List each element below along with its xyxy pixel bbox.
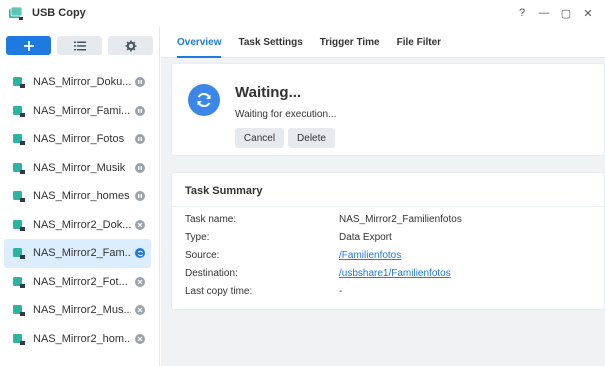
usb-task-icon xyxy=(12,246,26,260)
task-summary-card: Task Summary Task name: NAS_Mirror2_Fami… xyxy=(171,172,605,310)
stopped-status-icon xyxy=(135,219,145,230)
delete-button[interactable]: Delete xyxy=(288,128,335,148)
usb-task-icon xyxy=(12,275,26,289)
list-icon xyxy=(73,41,86,50)
summary-value-type: Data Export xyxy=(339,232,392,243)
stopped-status-icon xyxy=(135,276,145,287)
divider xyxy=(172,206,604,207)
minimize-button[interactable]: — xyxy=(533,4,555,22)
source-link[interactable]: /Familienfotos xyxy=(339,250,401,261)
tab-overview[interactable]: Overview xyxy=(177,26,222,58)
task-list-item[interactable]: NAS_Mirror_Musik xyxy=(4,154,151,183)
task-list-button[interactable] xyxy=(57,36,102,55)
task-list-item[interactable]: NAS_Mirror_Doku... xyxy=(4,68,151,97)
paused-status-icon xyxy=(135,105,145,116)
tab-task-settings[interactable]: Task Settings xyxy=(238,26,302,58)
paused-status-icon xyxy=(135,162,145,173)
task-label: NAS_Mirror2_Mus... xyxy=(33,304,131,317)
usb-task-icon xyxy=(12,218,26,232)
task-label: NAS_Mirror2_Fot... xyxy=(33,275,128,288)
task-list-item[interactable]: NAS_Mirror_Fami... xyxy=(4,97,151,126)
paused-status-icon xyxy=(135,77,145,87)
task-list: NAS_Mirror_Doku... NAS_Mirror_Fami... NAS_… xyxy=(4,68,151,353)
sync-waiting-icon xyxy=(135,248,145,258)
cancel-button[interactable]: Cancel xyxy=(235,128,284,148)
task-label: NAS_Mirror2_hom... xyxy=(33,332,131,345)
close-button[interactable]: ✕ xyxy=(577,4,599,22)
sidebar-toolbar xyxy=(6,36,153,55)
title-bar: USB Copy ? — ▢ ✕ xyxy=(0,0,605,26)
task-label: NAS_Mirror_Doku... xyxy=(33,76,131,89)
task-list-item[interactable]: NAS_Mirror_homes xyxy=(4,182,151,211)
summary-value-task-name: NAS_Mirror2_Familienfotos xyxy=(339,214,462,225)
task-list-item[interactable]: NAS_Mirror2_Mus... xyxy=(4,296,151,325)
summary-label-destination: Destination: xyxy=(185,268,238,279)
paused-status-icon xyxy=(135,134,145,144)
status-card: Waiting... Waiting for execution... Canc… xyxy=(171,63,605,156)
usb-task-icon xyxy=(12,303,26,317)
window-title: USB Copy xyxy=(32,7,86,19)
gear-icon xyxy=(125,40,136,51)
maximize-button[interactable]: ▢ xyxy=(555,4,577,22)
tab-bar: Overview Task Settings Trigger Time File… xyxy=(161,26,605,58)
stopped-status-icon xyxy=(135,305,145,315)
summary-label-source: Source: xyxy=(185,250,220,261)
sync-status-icon xyxy=(188,84,220,116)
usb-task-icon xyxy=(12,132,26,146)
main-panel: Overview Task Settings Trigger Time File… xyxy=(161,26,605,366)
usb-task-icon xyxy=(12,189,26,203)
summary-label-type: Type: xyxy=(185,232,210,243)
summary-value-last-copy-time: - xyxy=(339,286,343,297)
status-title: Waiting... xyxy=(235,84,302,101)
plus-icon xyxy=(23,40,34,51)
usb-task-icon xyxy=(12,104,26,118)
task-list-item[interactable]: NAS_Mirror2_Fot... xyxy=(4,268,151,297)
usb-task-icon xyxy=(12,332,26,346)
paused-status-icon xyxy=(135,191,145,201)
task-label: NAS_Mirror2_Fam... xyxy=(33,247,131,260)
task-label: NAS_Mirror2_Dok... xyxy=(33,218,131,231)
task-list-item[interactable]: NAS_Mirror2_Dok... xyxy=(4,211,151,240)
usb-task-icon xyxy=(12,161,26,175)
add-task-button[interactable] xyxy=(6,36,51,55)
summary-label-last-copy-time: Last copy time: xyxy=(185,286,253,297)
tab-trigger-time[interactable]: Trigger Time xyxy=(320,26,380,58)
usb-copy-app-icon xyxy=(8,5,24,21)
task-label: NAS_Mirror_Musik xyxy=(33,161,126,174)
task-list-item[interactable]: NAS_Mirror2_hom... xyxy=(4,325,151,354)
task-label: NAS_Mirror_Fami... xyxy=(33,104,131,117)
usb-task-icon xyxy=(12,75,26,89)
sidebar: NAS_Mirror_Doku... NAS_Mirror_Fami... NAS_… xyxy=(0,26,160,366)
task-label: NAS_Mirror_homes xyxy=(33,190,130,203)
stopped-status-icon xyxy=(135,333,145,344)
task-label: NAS_Mirror_Fotos xyxy=(33,133,125,146)
help-button[interactable]: ? xyxy=(511,4,533,22)
settings-button[interactable] xyxy=(108,36,153,55)
tab-file-filter[interactable]: File Filter xyxy=(397,26,441,58)
destination-link[interactable]: /usbshare1/Familienfotos xyxy=(339,268,451,279)
summary-title: Task Summary xyxy=(185,185,263,197)
task-list-item[interactable]: NAS_Mirror_Fotos xyxy=(4,125,151,154)
summary-label-task-name: Task name: xyxy=(185,214,237,225)
task-list-item[interactable]: NAS_Mirror2_Fam... xyxy=(4,239,151,268)
status-subtitle: Waiting for execution... xyxy=(235,109,337,120)
